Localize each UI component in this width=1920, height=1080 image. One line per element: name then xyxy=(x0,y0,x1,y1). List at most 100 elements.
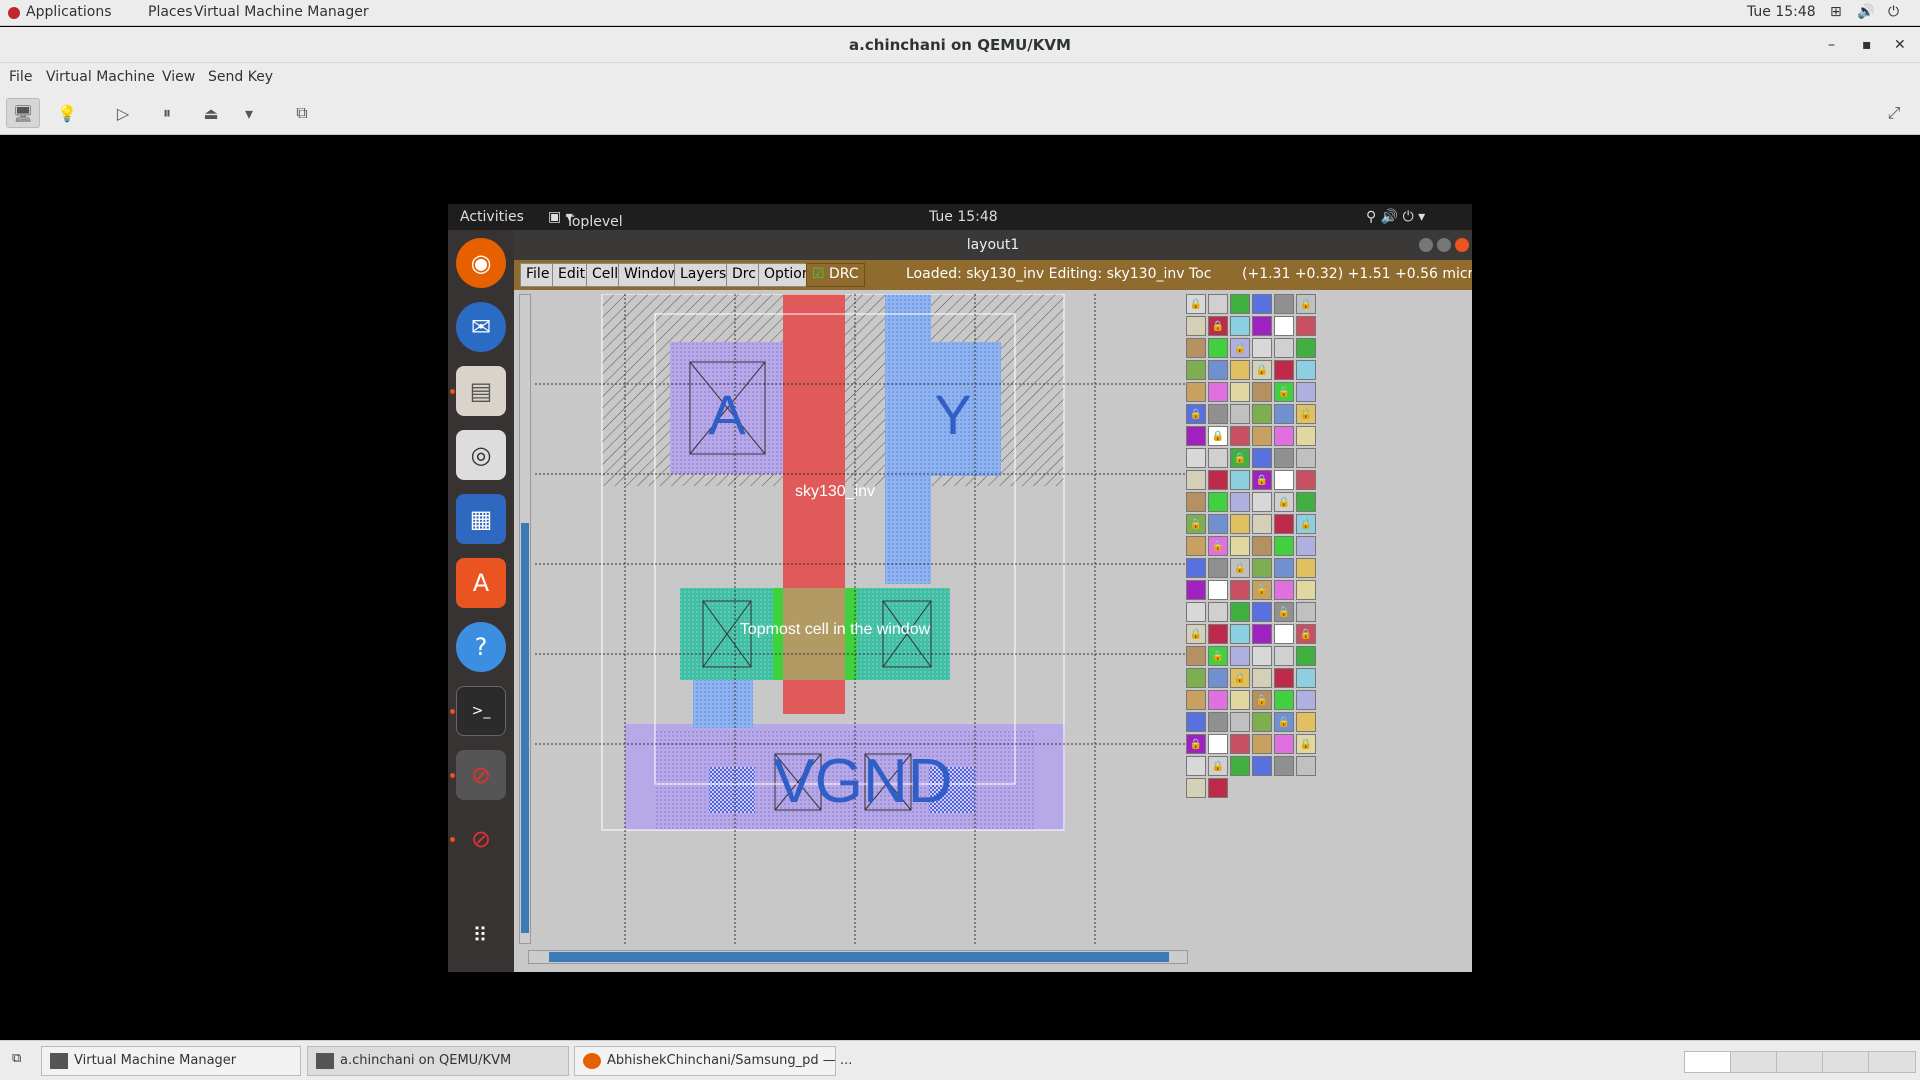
rhythmbox-icon[interactable]: ◎ xyxy=(456,430,506,480)
layer-swatch[interactable]: 🔒 xyxy=(1252,580,1272,600)
layer-swatch[interactable]: 🔒 xyxy=(1252,690,1272,710)
show-apps-icon[interactable]: ⠿ xyxy=(456,910,506,960)
horizontal-scrollbar[interactable] xyxy=(528,950,1188,964)
details-view-button[interactable]: 💡 xyxy=(50,98,84,128)
layer-swatch[interactable] xyxy=(1208,734,1228,754)
layer-swatch[interactable] xyxy=(1230,646,1250,666)
menu-file[interactable]: File xyxy=(9,69,32,85)
layer-swatch[interactable] xyxy=(1230,602,1250,622)
shutdown-button[interactable]: ⏏ xyxy=(194,98,228,128)
power-icon[interactable]: ⏻ xyxy=(1888,4,1899,20)
magic-menu-file[interactable]: File xyxy=(520,263,556,287)
layer-swatch[interactable] xyxy=(1252,294,1272,314)
layer-swatch[interactable] xyxy=(1230,426,1250,446)
layer-swatch[interactable]: 🔒 xyxy=(1230,338,1250,358)
console-view-button[interactable]: 🖥 xyxy=(6,98,40,128)
magic-menu-layers[interactable]: Layers xyxy=(674,263,733,287)
volume-icon[interactable]: 🔊 xyxy=(1857,4,1874,20)
app-window-icon-2[interactable]: ⊘ xyxy=(456,814,506,864)
layer-swatch[interactable] xyxy=(1252,734,1272,754)
layer-swatch[interactable] xyxy=(1186,602,1206,622)
layer-swatch[interactable] xyxy=(1296,756,1316,776)
menu-view[interactable]: View xyxy=(162,69,195,85)
layer-swatch[interactable] xyxy=(1186,646,1206,666)
pause-button[interactable]: ⏸ xyxy=(150,98,184,128)
layer-swatch[interactable] xyxy=(1274,646,1294,666)
layer-swatch[interactable] xyxy=(1252,646,1272,666)
layer-swatch[interactable] xyxy=(1252,558,1272,578)
workspace-4[interactable] xyxy=(1822,1051,1870,1073)
scrollbar-thumb[interactable] xyxy=(521,523,529,933)
guest-status-icons[interactable]: ⚲ 🔊 ⏻ ▾ xyxy=(1366,209,1425,225)
layer-swatch[interactable] xyxy=(1208,712,1228,732)
layer-swatch[interactable] xyxy=(1274,294,1294,314)
layer-swatch[interactable] xyxy=(1296,382,1316,402)
layer-swatch[interactable] xyxy=(1186,668,1206,688)
layer-swatch[interactable] xyxy=(1208,514,1228,534)
layer-swatch[interactable]: 🔒 xyxy=(1296,294,1316,314)
layer-swatch[interactable] xyxy=(1186,756,1206,776)
layer-swatch[interactable] xyxy=(1208,668,1228,688)
toplevel-app-menu[interactable]: ▣ Toplevel ▾ xyxy=(548,209,623,230)
layer-swatch[interactable] xyxy=(1296,448,1316,468)
app-window-icon[interactable]: ⊘ xyxy=(456,750,506,800)
layer-swatch[interactable] xyxy=(1208,448,1228,468)
layer-swatch[interactable]: 🔒 xyxy=(1274,492,1294,512)
layer-palette[interactable]: 🔒 🔒 🔒 🔒 🔒 🔒 🔒 🔒 🔒 🔒 🔒 🔒 🔒 🔒 🔒 🔒 🔒 🔒 🔒 🔒 🔒 🔒 🔒 🔒 🔒 🔒 🔒 xyxy=(1186,294,1472,849)
layer-swatch[interactable] xyxy=(1230,712,1250,732)
layer-swatch[interactable] xyxy=(1274,668,1294,688)
layer-swatch[interactable] xyxy=(1208,360,1228,380)
layer-swatch[interactable]: 🔒 xyxy=(1230,558,1250,578)
layer-swatch[interactable] xyxy=(1230,624,1250,644)
firefox-icon[interactable]: ◉ xyxy=(456,238,506,288)
layer-swatch[interactable] xyxy=(1230,580,1250,600)
layer-swatch[interactable] xyxy=(1186,382,1206,402)
layer-swatch[interactable] xyxy=(1230,470,1250,490)
places-menu[interactable]: Places xyxy=(148,4,193,20)
layer-swatch[interactable] xyxy=(1208,470,1228,490)
layer-swatch[interactable]: 🔒 xyxy=(1274,712,1294,732)
layer-swatch[interactable] xyxy=(1186,448,1206,468)
layer-swatch[interactable]: 🔒 xyxy=(1208,756,1228,776)
layer-swatch[interactable] xyxy=(1274,338,1294,358)
layer-swatch[interactable] xyxy=(1252,536,1272,556)
layer-swatch[interactable] xyxy=(1208,558,1228,578)
guest-desktop[interactable]: Activities ▣ Toplevel ▾ Tue 15:48 ⚲ 🔊 ⏻ … xyxy=(448,204,1472,972)
layer-swatch[interactable]: 🔒 xyxy=(1186,624,1206,644)
activities-button[interactable]: Activities xyxy=(460,209,524,225)
workspace-1[interactable] xyxy=(1684,1051,1732,1073)
layer-swatch[interactable] xyxy=(1208,690,1228,710)
layer-swatch[interactable] xyxy=(1208,294,1228,314)
layer-swatch[interactable] xyxy=(1296,470,1316,490)
layer-swatch[interactable] xyxy=(1252,338,1272,358)
menu-virtual-machine[interactable]: Virtual Machine xyxy=(46,69,155,85)
applications-menu[interactable]: Applications xyxy=(26,4,112,20)
layer-swatch[interactable] xyxy=(1296,646,1316,666)
layer-swatch[interactable] xyxy=(1186,338,1206,358)
layer-swatch[interactable] xyxy=(1186,778,1206,798)
snapshots-button[interactable]: ⧉ xyxy=(285,98,319,128)
layer-swatch[interactable] xyxy=(1252,514,1272,534)
layer-swatch[interactable] xyxy=(1274,404,1294,424)
layer-swatch[interactable] xyxy=(1186,360,1206,380)
thunderbird-icon[interactable]: ✉ xyxy=(456,302,506,352)
layer-swatch[interactable] xyxy=(1186,316,1206,336)
minimize-button[interactable]: – xyxy=(1828,27,1835,63)
layer-swatch[interactable] xyxy=(1274,558,1294,578)
layer-swatch[interactable]: 🔒 xyxy=(1274,602,1294,622)
layer-swatch[interactable] xyxy=(1296,602,1316,622)
layer-swatch[interactable] xyxy=(1296,712,1316,732)
layer-swatch[interactable] xyxy=(1186,536,1206,556)
layer-swatch[interactable]: 🔒 xyxy=(1186,404,1206,424)
layer-swatch[interactable] xyxy=(1274,470,1294,490)
layer-swatch[interactable]: 🔒 xyxy=(1186,514,1206,534)
layout-view[interactable]: A Y sky130_inv Topmost cell in the windo… xyxy=(535,294,1185,944)
layer-swatch[interactable] xyxy=(1274,624,1294,644)
layer-swatch[interactable] xyxy=(1230,316,1250,336)
layer-swatch[interactable] xyxy=(1208,624,1228,644)
layer-swatch[interactable] xyxy=(1186,492,1206,512)
layer-swatch[interactable] xyxy=(1230,294,1250,314)
layer-swatch[interactable]: 🔒 xyxy=(1274,382,1294,402)
layer-swatch[interactable] xyxy=(1252,602,1272,622)
layer-swatch[interactable] xyxy=(1274,734,1294,754)
